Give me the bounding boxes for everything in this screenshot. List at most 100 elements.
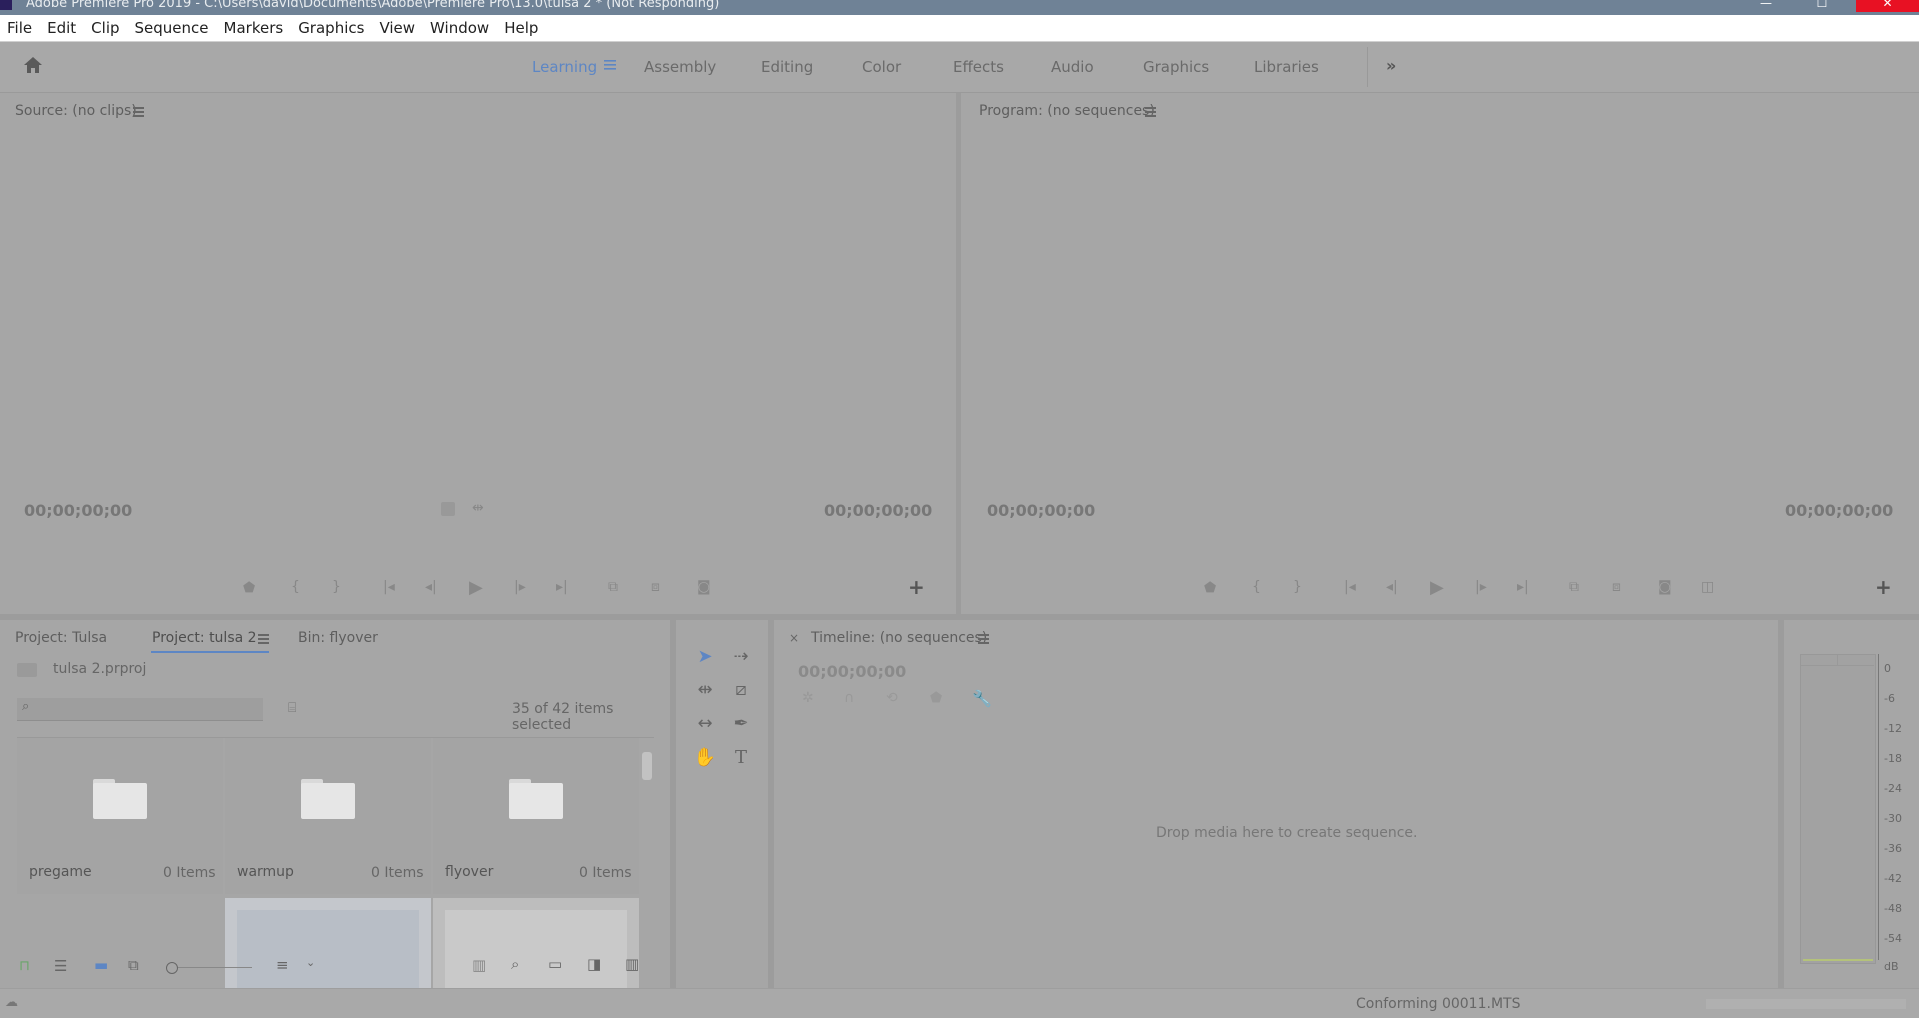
- workspace-tab-editing[interactable]: Editing: [761, 58, 813, 76]
- menu-sequence[interactable]: Sequence: [135, 19, 209, 37]
- peak-indicator[interactable]: [1838, 655, 1874, 666]
- menu-edit[interactable]: Edit: [47, 19, 76, 37]
- source-timecode-playhead[interactable]: 00;00;00;00: [24, 501, 132, 520]
- comparison-view-icon[interactable]: ◫: [1701, 579, 1714, 595]
- menu-view[interactable]: View: [379, 19, 415, 37]
- find-icon[interactable]: ⌕: [511, 955, 519, 973]
- step-back-icon[interactable]: ◂|: [1386, 579, 1398, 595]
- pen-tool-icon[interactable]: ✒: [729, 712, 753, 736]
- peak-indicator[interactable]: [1801, 655, 1838, 666]
- close-window-button[interactable]: ✕: [1856, 0, 1919, 12]
- selection-tool-icon[interactable]: ➤: [693, 645, 717, 669]
- overwrite-icon[interactable]: ⧈: [651, 579, 660, 595]
- menu-clip[interactable]: Clip: [91, 19, 119, 37]
- tab-project-tulsa-2[interactable]: Project: tulsa 2: [152, 630, 257, 646]
- minimize-button[interactable]: —: [1744, 0, 1788, 12]
- sort-icons-icon[interactable]: ≡: [276, 956, 289, 974]
- drag-video-icon[interactable]: ⇹: [472, 500, 484, 516]
- insert-icon[interactable]: ⧉: [608, 579, 618, 595]
- workspace-tab-effects[interactable]: Effects: [953, 58, 1004, 76]
- new-item-icon[interactable]: ◨: [587, 955, 601, 973]
- zoom-slider-handle[interactable]: [166, 962, 178, 974]
- workspace-tab-libraries[interactable]: Libraries: [1254, 58, 1319, 76]
- workspace-tab-assembly[interactable]: Assembly: [644, 58, 716, 76]
- overflow-chevrons-icon[interactable]: »: [1386, 56, 1396, 75]
- hand-tool-icon[interactable]: ✋: [693, 746, 717, 770]
- bin-tile-warmup[interactable]: warmup 0 Items: [225, 738, 431, 894]
- type-tool-icon[interactable]: T: [729, 746, 753, 770]
- timeline-panel-menu-icon[interactable]: [978, 634, 989, 644]
- tab-bin-flyover[interactable]: Bin: flyover: [298, 630, 378, 646]
- tab-project-tulsa[interactable]: Project: Tulsa: [15, 630, 107, 646]
- mark-out-icon[interactable]: }: [332, 579, 341, 595]
- source-panel-menu-icon[interactable]: [133, 107, 144, 117]
- add-marker-icon[interactable]: ⬟: [1204, 580, 1216, 596]
- add-marker-icon[interactable]: ⬟: [930, 690, 942, 706]
- chevron-down-icon[interactable]: ⌄: [306, 956, 315, 969]
- razor-tool-icon[interactable]: ⧄: [729, 678, 753, 702]
- clip-thumbnail-image: [445, 910, 627, 994]
- timeline-timecode[interactable]: 00;00;00;00: [798, 662, 906, 681]
- nest-icon[interactable]: ✲: [802, 690, 814, 706]
- extract-icon[interactable]: ⧈: [1612, 579, 1621, 595]
- workspace-tab-learning[interactable]: Learning: [532, 58, 597, 76]
- menu-help[interactable]: Help: [504, 19, 538, 37]
- button-editor-icon[interactable]: +: [1875, 575, 1892, 599]
- menu-graphics[interactable]: Graphics: [298, 19, 364, 37]
- mark-out-icon[interactable]: }: [1293, 579, 1302, 595]
- menu-file[interactable]: File: [7, 19, 32, 37]
- menu-markers[interactable]: Markers: [224, 19, 284, 37]
- snap-icon[interactable]: ∩: [844, 690, 854, 706]
- ripple-edit-tool-icon[interactable]: ⇹: [693, 678, 717, 702]
- project-panel-menu-icon[interactable]: [258, 634, 269, 644]
- track-select-tool-icon[interactable]: ⇢: [729, 645, 753, 669]
- bin-tile-flyover[interactable]: flyover 0 Items: [433, 738, 639, 894]
- go-to-in-icon[interactable]: |◂: [1344, 579, 1356, 595]
- step-forward-icon[interactable]: |▸: [1475, 579, 1487, 595]
- play-icon[interactable]: ▶: [469, 577, 483, 598]
- trash-icon[interactable]: ▥: [625, 955, 639, 973]
- slip-tool-icon[interactable]: ↔: [693, 712, 717, 736]
- go-to-out-icon[interactable]: ▸|: [556, 579, 568, 595]
- lift-icon[interactable]: ⧉: [1569, 579, 1579, 595]
- list-view-icon[interactable]: ☰: [54, 957, 67, 975]
- maximize-button[interactable]: ☐: [1800, 0, 1844, 12]
- go-to-out-icon[interactable]: ▸|: [1517, 579, 1529, 595]
- step-back-icon[interactable]: ◂|: [425, 579, 437, 595]
- step-forward-icon[interactable]: |▸: [514, 579, 526, 595]
- find-icon[interactable]: ⌸: [288, 700, 296, 716]
- workspace-menu-icon[interactable]: [604, 59, 616, 71]
- icon-view-icon[interactable]: ▬: [94, 956, 108, 974]
- fit-dropdown-icon[interactable]: [441, 502, 455, 516]
- mark-in-icon[interactable]: {: [291, 579, 300, 595]
- bin-tile-pregame[interactable]: pregame 0 Items: [17, 738, 223, 894]
- close-tab-icon[interactable]: ×: [789, 631, 799, 645]
- button-editor-icon[interactable]: +: [908, 575, 925, 599]
- project-search-input[interactable]: ⌕: [17, 698, 263, 721]
- workspace-tab-audio[interactable]: Audio: [1051, 58, 1094, 76]
- wrench-icon[interactable]: 🔧: [972, 689, 992, 708]
- workspace-tab-color[interactable]: Color: [862, 58, 901, 76]
- play-icon[interactable]: ▶: [1430, 577, 1444, 598]
- zoom-slider-track[interactable]: [178, 967, 252, 968]
- go-to-in-icon[interactable]: |◂: [383, 579, 395, 595]
- menu-window[interactable]: Window: [430, 19, 489, 37]
- mark-in-icon[interactable]: {: [1252, 579, 1261, 595]
- freeform-view-icon[interactable]: ⧉: [128, 956, 139, 974]
- export-frame-icon[interactable]: ◙: [697, 579, 711, 595]
- new-bin-icon[interactable]: ▭: [548, 955, 562, 973]
- clip-thumbnail[interactable]: [433, 898, 639, 994]
- add-marker-icon[interactable]: ⬟: [243, 580, 255, 596]
- export-frame-icon[interactable]: ◙: [1658, 579, 1672, 595]
- automate-to-sequence-icon[interactable]: ▥: [472, 956, 486, 974]
- home-icon[interactable]: [22, 54, 44, 76]
- grid-scrollbar[interactable]: [642, 752, 652, 780]
- program-timecode-playhead[interactable]: 00;00;00;00: [987, 501, 1095, 520]
- workspace-tab-graphics[interactable]: Graphics: [1143, 58, 1209, 76]
- lock-icon[interactable]: ⊓: [19, 958, 30, 974]
- linked-selection-icon[interactable]: ⟲: [886, 690, 898, 706]
- program-panel-menu-icon[interactable]: [1145, 107, 1156, 117]
- meter-tick: -42: [1884, 872, 1902, 885]
- cloud-sync-icon[interactable]: ☁: [5, 995, 18, 1010]
- clip-thumbnail[interactable]: [225, 898, 431, 994]
